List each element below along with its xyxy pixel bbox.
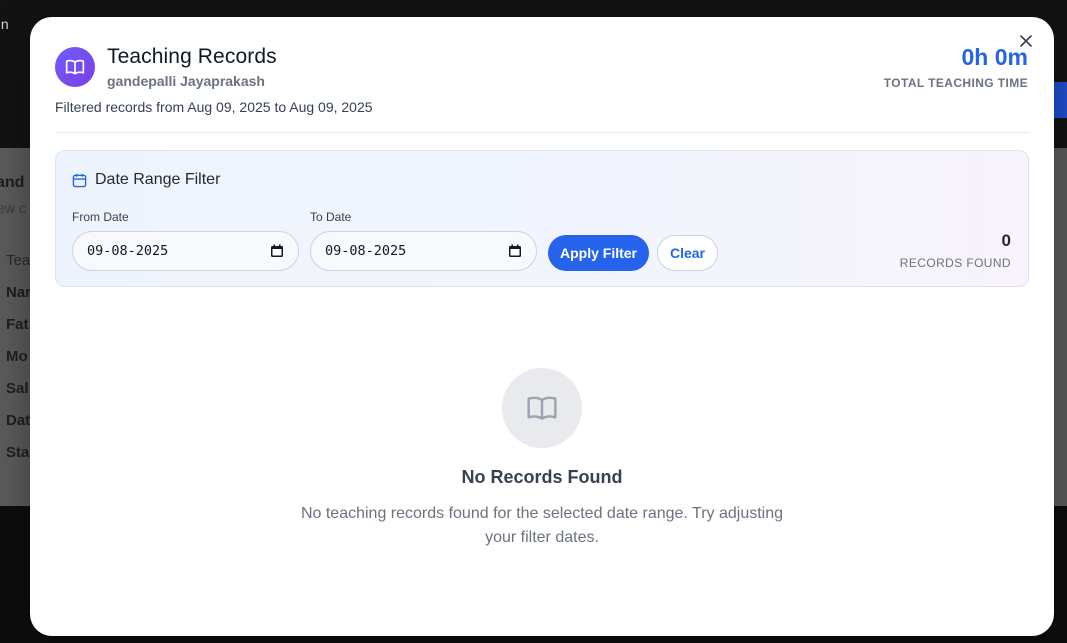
- clear-filter-button[interactable]: Clear: [657, 235, 718, 271]
- empty-state-description: No teaching records found for the select…: [300, 505, 784, 546]
- filter-title: Date Range Filter: [95, 171, 221, 188]
- modal-title: Teaching Records: [107, 45, 277, 68]
- total-teaching-time-value: 0h 0m: [961, 44, 1028, 70]
- to-date-label: To Date: [310, 210, 352, 224]
- calendar-icon: [72, 173, 87, 187]
- background-row: Mo: [6, 348, 28, 365]
- from-date-value: 09-08-2025: [87, 243, 169, 259]
- background-row: Sal: [6, 380, 29, 397]
- empty-state-title: No Records Found: [461, 467, 623, 487]
- records-found-count: 0: [1001, 231, 1011, 250]
- to-date-input[interactable]: 09-08-2025: [310, 231, 537, 271]
- background-row: Sta: [6, 444, 30, 461]
- background-admin-text: nin: [0, 16, 9, 32]
- teacher-name: gandepalli Jayaprakash: [107, 73, 265, 89]
- apply-filter-button[interactable]: Apply Filter: [548, 235, 649, 271]
- header-book-badge: [55, 47, 95, 87]
- background-row: Dat: [6, 412, 31, 429]
- records-found-label: RECORDS FOUND: [899, 256, 1011, 270]
- background-row: Tea: [6, 252, 31, 269]
- from-date-input[interactable]: 09-08-2025: [72, 231, 299, 271]
- calendar-picker-icon[interactable]: [270, 244, 284, 258]
- calendar-picker-icon[interactable]: [508, 244, 522, 258]
- background-row: Fat: [6, 316, 29, 333]
- from-date-label: From Date: [72, 210, 129, 224]
- to-date-value: 09-08-2025: [325, 243, 407, 259]
- filter-header: Date Range Filter: [72, 171, 220, 189]
- filter-summary: Filtered records from Aug 09, 2025 to Au…: [55, 99, 373, 115]
- book-open-icon: [527, 396, 557, 420]
- header-divider: [55, 132, 1029, 133]
- empty-state-badge: [502, 368, 582, 448]
- background-title: and: [0, 174, 25, 191]
- teaching-records-modal: Teaching Records gandepalli Jayaprakash …: [30, 17, 1054, 636]
- total-teaching-time-label: TOTAL TEACHING TIME: [883, 76, 1028, 90]
- background-subtitle: iew c: [0, 200, 26, 216]
- book-open-icon: [65, 59, 85, 75]
- date-range-filter-panel: Date Range Filter From Date 09-08-2025 T…: [55, 150, 1029, 287]
- background-row: Nar: [6, 284, 32, 301]
